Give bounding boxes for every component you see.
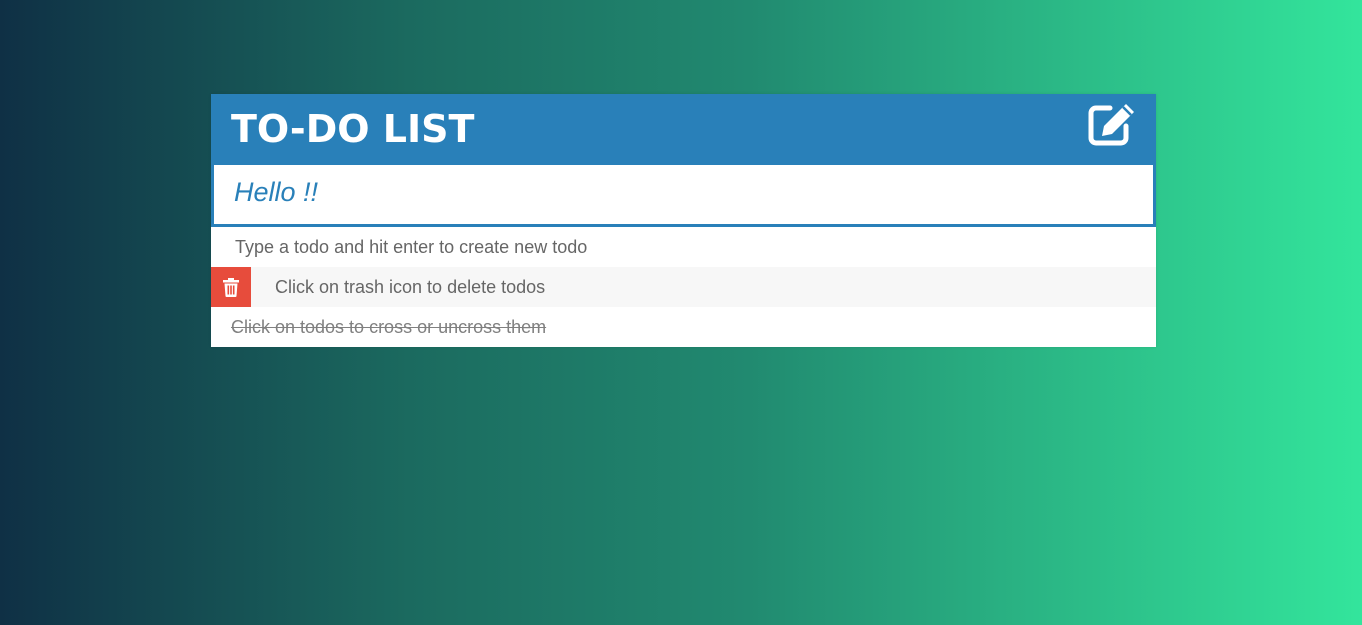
new-todo-input[interactable] [214, 163, 1153, 222]
todo-app: TO-DO LIST Type a todo and hit enter to … [211, 94, 1156, 347]
todo-item[interactable]: Type a todo and hit enter to create new … [211, 227, 1156, 267]
edit-icon[interactable] [1088, 102, 1138, 146]
todo-text: Type a todo and hit enter to create new … [235, 237, 588, 257]
todo-item[interactable]: Click on trash icon to delete todos [211, 267, 1156, 307]
trash-icon[interactable] [211, 267, 251, 307]
todo-list: Type a todo and hit enter to create new … [211, 227, 1156, 347]
new-todo-field-wrapper [211, 163, 1156, 227]
trash-icon-glyph [223, 277, 239, 297]
todo-text: Click on todos to cross or uncross them [231, 317, 547, 337]
app-title: TO-DO LIST [231, 107, 475, 151]
app-header: TO-DO LIST [211, 94, 1156, 165]
todo-item[interactable]: Click on todos to cross or uncross them [211, 307, 1156, 347]
todo-text: Click on trash icon to delete todos [275, 277, 546, 297]
